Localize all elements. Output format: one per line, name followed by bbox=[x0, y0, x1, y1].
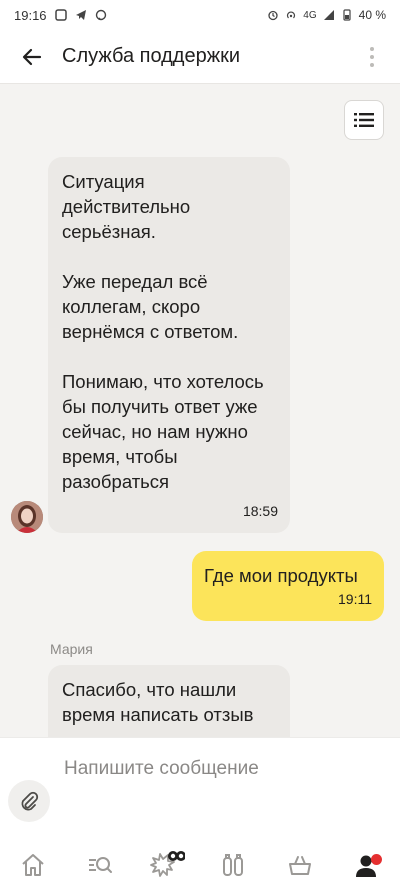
cart-icon bbox=[288, 855, 311, 875]
dot bbox=[370, 46, 374, 51]
chat-area[interactable]: Ситуация действительно серьёзная. Уже пе… bbox=[0, 85, 400, 737]
outgoing-message: Где мои продукты 19:11 bbox=[192, 551, 384, 621]
more-menu-button[interactable] bbox=[362, 43, 382, 71]
status-time: 19:16 bbox=[14, 7, 47, 23]
attach-button[interactable] bbox=[8, 780, 50, 822]
bottom-nav bbox=[0, 837, 400, 892]
hotspot-icon bbox=[287, 11, 296, 19]
nav-search[interactable] bbox=[80, 845, 120, 885]
signal-icon bbox=[323, 10, 334, 20]
sender-name: Мария bbox=[50, 641, 93, 657]
telegram-icon bbox=[75, 10, 86, 20]
promo-icon bbox=[149, 850, 185, 877]
nav-favorites[interactable] bbox=[213, 845, 253, 885]
search-icon bbox=[88, 856, 112, 873]
agent-avatar bbox=[11, 501, 43, 533]
message-composer bbox=[0, 737, 400, 837]
list-icon bbox=[354, 113, 374, 127]
nav-promo[interactable] bbox=[147, 845, 187, 885]
avatar-photo bbox=[11, 501, 43, 533]
home-icon bbox=[22, 853, 44, 876]
nav-home[interactable] bbox=[13, 845, 53, 885]
battery-percent: 40 % bbox=[358, 8, 386, 22]
status-bar: 19:16 4G 40 % bbox=[0, 0, 400, 30]
dot bbox=[370, 54, 374, 59]
dot bbox=[370, 62, 374, 67]
favorites-icon bbox=[223, 853, 244, 876]
message-time: 18:59 bbox=[242, 503, 278, 519]
incoming-message: Спасибо, что нашли время написать отзыв bbox=[48, 665, 290, 737]
message-time: 19:11 bbox=[338, 591, 372, 607]
square-notification-icon bbox=[54, 9, 67, 21]
alarm-icon bbox=[268, 10, 278, 21]
viber-icon bbox=[95, 9, 106, 21]
notification-badge bbox=[370, 853, 382, 865]
topics-list-button[interactable] bbox=[344, 100, 384, 140]
message-text: Ситуация действительно серьёзная. Уже пе… bbox=[62, 171, 264, 492]
message-input[interactable] bbox=[64, 754, 384, 784]
page-title: Служба поддержки bbox=[62, 45, 241, 67]
battery-icon bbox=[343, 9, 351, 21]
back-button[interactable] bbox=[18, 43, 46, 71]
message-text: Где мои продукты bbox=[204, 565, 358, 586]
arrow-left-icon bbox=[22, 48, 42, 65]
network-type: 4G bbox=[303, 9, 317, 21]
paperclip-icon bbox=[21, 791, 39, 811]
incoming-message: Ситуация действительно серьёзная. Уже пе… bbox=[48, 157, 290, 533]
nav-profile[interactable] bbox=[347, 845, 387, 885]
app-header: Служба поддержки bbox=[0, 30, 400, 84]
message-text: Спасибо, что нашли время написать отзыв bbox=[62, 679, 254, 725]
nav-cart[interactable] bbox=[280, 845, 320, 885]
